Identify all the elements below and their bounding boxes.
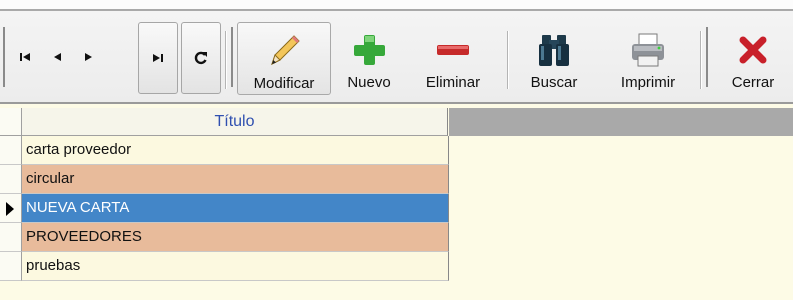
minus-icon (437, 45, 469, 55)
imprimir-label: Imprimir (620, 74, 676, 91)
binoculars-icon (539, 35, 569, 66)
buscar-label: Buscar (530, 74, 578, 91)
cell-titulo[interactable]: circular (22, 165, 449, 194)
toolbar-separator (700, 31, 702, 89)
row-indicator[interactable] (0, 223, 22, 252)
toolbar-grip[interactable] (3, 27, 5, 87)
first-icon (20, 53, 30, 61)
first-record-button[interactable] (8, 40, 44, 74)
column-header-titulo[interactable]: Título (22, 108, 448, 136)
documents-grid[interactable]: Título carta proveedor circular NUEVA CA… (0, 108, 793, 288)
eliminar-button[interactable]: Eliminar (412, 22, 494, 93)
refresh-icon (194, 51, 207, 65)
last-record-button[interactable] (138, 22, 178, 94)
buscar-button[interactable]: Buscar (522, 22, 586, 93)
toolbar-grip[interactable] (231, 27, 233, 87)
cerrar-label: Cerrar (731, 74, 775, 91)
window-top-strip (0, 0, 793, 9)
refresh-button[interactable] (181, 22, 221, 94)
close-icon (739, 36, 767, 64)
last-icon (153, 54, 163, 62)
toolbar-bottom-border (0, 102, 793, 104)
table-row[interactable]: pruebas (0, 252, 449, 281)
row-indicator[interactable] (0, 136, 22, 165)
printer-icon (632, 33, 664, 67)
current-row-arrow-icon (6, 202, 14, 216)
imprimir-button[interactable]: Imprimir (610, 22, 686, 93)
toolbar: Modificar Nuevo Eliminar Buscar Imprimir… (0, 11, 793, 104)
table-row[interactable]: PROVEEDORES (0, 223, 449, 252)
table-row[interactable]: carta proveedor (0, 136, 449, 165)
row-indicator[interactable] (0, 252, 22, 281)
toolbar-separator (225, 31, 227, 89)
cell-titulo[interactable]: carta proveedor (22, 136, 449, 165)
table-row-selected[interactable]: NUEVA CARTA (0, 194, 449, 223)
row-indicator[interactable] (0, 165, 22, 194)
cell-titulo[interactable]: NUEVA CARTA (22, 194, 449, 223)
row-indicator-header (0, 108, 22, 136)
cell-titulo[interactable]: PROVEEDORES (22, 223, 449, 252)
toolbar-separator (507, 31, 509, 89)
pencil-icon (271, 35, 300, 65)
nuevo-label: Nuevo (347, 74, 391, 91)
cerrar-button[interactable]: Cerrar (715, 22, 791, 93)
table-row[interactable]: circular (0, 165, 449, 194)
next-record-button[interactable] (70, 40, 106, 74)
eliminar-label: Eliminar (425, 74, 481, 91)
modificar-label: Modificar (253, 75, 315, 92)
nuevo-button[interactable]: Nuevo (337, 22, 401, 93)
cell-titulo[interactable]: pruebas (22, 252, 449, 281)
toolbar-grip[interactable] (706, 27, 708, 87)
next-icon (85, 53, 92, 61)
previous-icon (54, 53, 61, 61)
modificar-button[interactable]: Modificar (237, 22, 331, 95)
plus-icon (354, 35, 385, 65)
row-indicator-current[interactable] (0, 194, 22, 223)
grid-empty-header-area (449, 108, 793, 136)
